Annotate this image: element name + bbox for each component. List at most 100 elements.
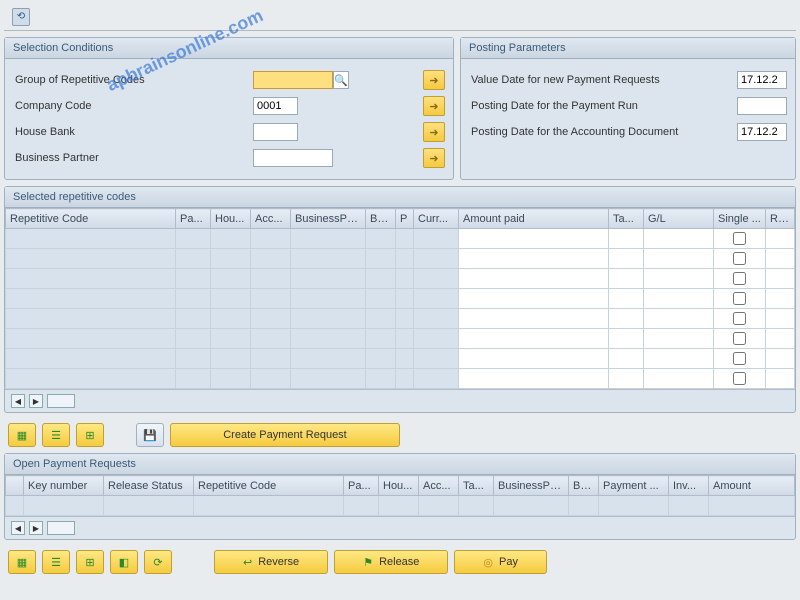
acc-date-input[interactable] <box>737 123 787 141</box>
create-payment-request-button[interactable]: Create Payment Request <box>170 423 400 447</box>
panel-title: Selected repetitive codes <box>5 187 795 208</box>
col-header[interactable]: Ta... <box>459 476 494 496</box>
single-checkbox[interactable] <box>733 292 746 305</box>
export-icon: ⊞ <box>85 429 94 442</box>
refresh-button[interactable]: ⟳ <box>144 550 172 574</box>
single-checkbox[interactable] <box>733 372 746 385</box>
col-header[interactable]: Amount <box>709 476 795 496</box>
multi-select-icon[interactable]: ➜ <box>423 148 445 168</box>
scroll-right-icon[interactable]: ▶ <box>29 521 43 535</box>
table-row[interactable] <box>6 229 795 249</box>
single-checkbox[interactable] <box>733 272 746 285</box>
print-button[interactable]: ▦ <box>8 423 36 447</box>
scroll-left-icon[interactable]: ◀ <box>11 394 25 408</box>
value-date-input[interactable] <box>737 71 787 89</box>
house-input[interactable] <box>253 123 298 141</box>
single-checkbox[interactable] <box>733 232 746 245</box>
col-header[interactable]: Pa... <box>176 209 211 229</box>
col-header[interactable]: Inv... <box>669 476 709 496</box>
acc-date-label: Posting Date for the Accounting Document <box>469 126 729 138</box>
group-input[interactable] <box>253 71 333 89</box>
layout-icon: ☰ <box>51 556 61 569</box>
table-row[interactable] <box>6 329 795 349</box>
single-checkbox[interactable] <box>733 252 746 265</box>
details-button[interactable]: ◧ <box>110 550 138 574</box>
table-row[interactable] <box>6 249 795 269</box>
col-header[interactable]: Ba... <box>569 476 599 496</box>
partner-label: Business Partner <box>13 152 253 164</box>
layout-icon: ☰ <box>51 429 61 442</box>
group-label: Group of Repetitive Codes <box>13 74 253 86</box>
value-date-label: Value Date for new Payment Requests <box>469 74 729 86</box>
reverse-icon: ↩ <box>243 556 252 569</box>
save-icon: 💾 <box>143 429 157 442</box>
open-requests-table: Key number Release Status Repetitive Cod… <box>5 475 795 516</box>
layout-button[interactable]: ☰ <box>42 423 70 447</box>
col-header[interactable]: Single ... <box>714 209 766 229</box>
col-header[interactable]: Hou... <box>211 209 251 229</box>
col-header[interactable]: BusinessPa... <box>494 476 569 496</box>
single-checkbox[interactable] <box>733 312 746 325</box>
scroll-right-icon[interactable]: ▶ <box>29 394 43 408</box>
multi-select-icon[interactable]: ➜ <box>423 122 445 142</box>
col-header[interactable]: Acc... <box>419 476 459 496</box>
table-row[interactable] <box>6 349 795 369</box>
print-icon: ▦ <box>17 429 27 442</box>
details-icon: ◧ <box>119 556 129 569</box>
col-header[interactable]: Ta... <box>609 209 644 229</box>
panel-title: Selection Conditions <box>5 38 453 59</box>
app-toolbar: ⟲ <box>4 4 796 31</box>
display-button[interactable]: ⊞ <box>76 550 104 574</box>
col-header[interactable]: Amount paid <box>459 209 609 229</box>
table-row[interactable] <box>6 309 795 329</box>
col-header[interactable]: Acc... <box>251 209 291 229</box>
posting-parameters-panel: Posting Parameters Value Date for new Pa… <box>460 37 796 180</box>
print-button[interactable]: ▦ <box>8 550 36 574</box>
single-checkbox[interactable] <box>733 352 746 365</box>
pay-button[interactable]: ◎Pay <box>454 550 547 574</box>
grid-icon: ⊞ <box>85 556 94 569</box>
selection-conditions-panel: Selection Conditions Group of Repetitive… <box>4 37 454 180</box>
table-row[interactable] <box>6 289 795 309</box>
export-button[interactable]: ⊞ <box>76 423 104 447</box>
save-button[interactable]: 💾 <box>136 423 164 447</box>
layout-button[interactable]: ☰ <box>42 550 70 574</box>
run-date-input[interactable] <box>737 97 787 115</box>
scroll-left-icon[interactable]: ◀ <box>11 521 25 535</box>
house-label: House Bank <box>13 126 253 138</box>
table-row[interactable] <box>6 496 795 516</box>
table-row[interactable] <box>6 369 795 389</box>
table-row[interactable] <box>6 269 795 289</box>
company-input[interactable] <box>253 97 298 115</box>
selected-codes-panel: Selected repetitive codes Repetitive Cod… <box>4 186 796 413</box>
table-scrollbar: ◀ ▶ <box>5 389 795 412</box>
scroll-track[interactable] <box>47 394 75 408</box>
col-header[interactable]: Payment ... <box>599 476 669 496</box>
toolbar-icon[interactable]: ⟲ <box>12 8 30 26</box>
col-header[interactable]: Pa... <box>344 476 379 496</box>
scroll-track[interactable] <box>47 521 75 535</box>
col-header[interactable]: Repetitive Code <box>194 476 344 496</box>
multi-select-icon[interactable]: ➜ <box>423 70 445 90</box>
col-header[interactable]: Reference te <box>766 209 795 229</box>
col-header[interactable]: Key number <box>24 476 104 496</box>
col-header[interactable]: Ba... <box>366 209 396 229</box>
col-header[interactable]: BusinessPa... <box>291 209 366 229</box>
single-checkbox[interactable] <box>733 332 746 345</box>
reverse-button[interactable]: ↩Reverse <box>214 550 328 574</box>
col-header[interactable]: P <box>396 209 414 229</box>
col-header[interactable]: Curr... <box>414 209 459 229</box>
panel-title: Posting Parameters <box>461 38 795 59</box>
col-header[interactable] <box>6 476 24 496</box>
table-scrollbar: ◀ ▶ <box>5 516 795 539</box>
partner-input[interactable] <box>253 149 333 167</box>
search-help-icon[interactable]: 🔍 <box>333 71 349 89</box>
col-header[interactable]: Release Status <box>104 476 194 496</box>
release-button[interactable]: ⚑Release <box>334 550 448 574</box>
coin-icon: ◎ <box>483 556 493 569</box>
col-header[interactable]: Hou... <box>379 476 419 496</box>
col-header[interactable]: G/L <box>644 209 714 229</box>
refresh-icon: ⟳ <box>153 556 162 569</box>
multi-select-icon[interactable]: ➜ <box>423 96 445 116</box>
col-header[interactable]: Repetitive Code <box>6 209 176 229</box>
